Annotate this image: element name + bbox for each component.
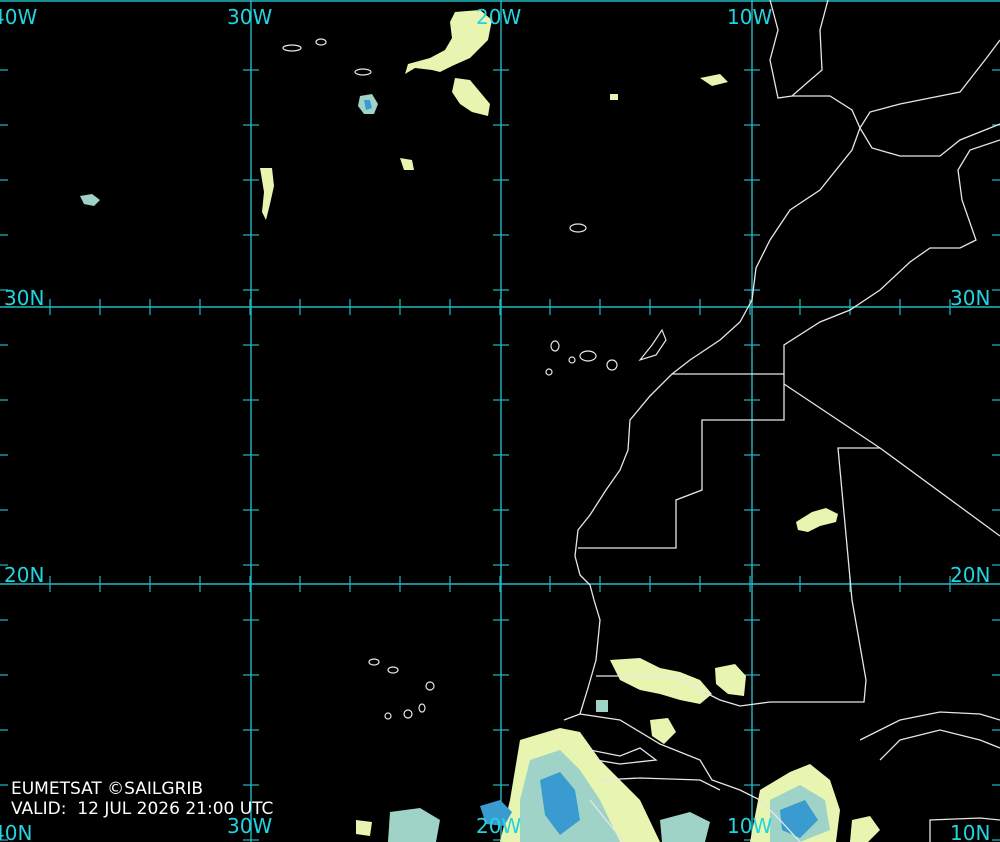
credit-valid-line: VALID: 12 JUL 2026 21:00 UTC [11, 799, 273, 819]
lat-label-30n-left: 30N [4, 286, 44, 310]
lon-label-20w: 20W [476, 5, 521, 29]
lon-label-40w: 40W [0, 5, 37, 29]
bottom-label-right: 10N [950, 821, 990, 842]
lat-label-20n-left: 20N [4, 563, 44, 587]
lon-label-10w: 10W [727, 5, 772, 29]
satellite-map: 40W 30W 20W 10W 30N 30N 20N 20N 40N 30W … [0, 0, 1000, 842]
bottom-label-10w: 10W [727, 814, 772, 838]
map-background [0, 0, 1000, 842]
bottom-label-20w: 20W [476, 814, 521, 838]
lat-label-30n-right: 30N [950, 286, 990, 310]
lon-label-30w: 30W [227, 5, 272, 29]
valid-prefix: VALID: [11, 799, 67, 819]
bottom-label-left: 40N [0, 821, 32, 842]
valid-time: 12 JUL 2026 21:00 UTC [77, 799, 274, 819]
credit-source: EUMETSAT ©SAILGRIB [11, 779, 204, 799]
lat-label-20n-right: 20N [950, 563, 990, 587]
